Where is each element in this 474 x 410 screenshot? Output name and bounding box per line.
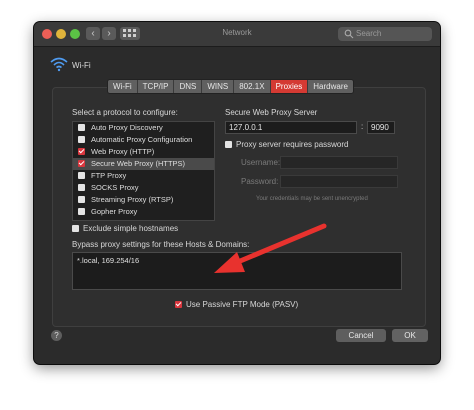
tab-dns[interactable]: DNS	[174, 80, 203, 93]
protocol-label: Secure Web Proxy (HTTPS)	[91, 159, 186, 168]
protocol-label: FTP Proxy	[91, 171, 127, 180]
ok-button[interactable]: OK	[392, 329, 428, 342]
host-port-separator: :	[361, 122, 364, 131]
protocol-item-web-proxy[interactable]: Web Proxy (HTTP)	[73, 146, 214, 158]
help-button[interactable]: ?	[51, 330, 62, 341]
tab-hardware[interactable]: Hardware	[308, 80, 353, 93]
protocol-checkbox[interactable]	[78, 184, 85, 191]
protocol-checkbox[interactable]	[78, 208, 85, 215]
username-field[interactable]	[280, 156, 398, 169]
tab-wins[interactable]: WINS	[202, 80, 235, 93]
proxy-server-heading: Secure Web Proxy Server	[225, 108, 318, 117]
tab-tcpip[interactable]: TCP/IP	[137, 80, 175, 93]
tab-proxies[interactable]: Proxies	[270, 80, 309, 93]
proxy-port-field[interactable]: 9090	[367, 121, 395, 134]
window-title: Network	[222, 28, 252, 37]
close-button[interactable]	[42, 29, 52, 39]
network-window: ‹ › Network Search Wi-Fi Wi-Fi TCP/IP DN	[34, 22, 440, 364]
chevron-right-icon: ›	[107, 28, 111, 39]
bypass-label: Bypass proxy settings for these Hosts & …	[72, 240, 250, 249]
protocol-item-ftp-proxy[interactable]: FTP Proxy	[73, 170, 214, 182]
cancel-button[interactable]: Cancel	[336, 329, 386, 342]
forward-button[interactable]: ›	[102, 27, 116, 40]
protocol-item-secure-web-proxy[interactable]: Secure Web Proxy (HTTPS)	[73, 158, 214, 170]
password-label: Password:	[241, 177, 279, 186]
protocol-item-gopher-proxy[interactable]: Gopher Proxy	[73, 206, 214, 218]
tab-8021x[interactable]: 802.1X	[234, 80, 271, 93]
protocol-checkbox[interactable]	[78, 124, 85, 131]
credentials-note: Your credentials may be sent unencrypted	[256, 196, 368, 202]
checkbox[interactable]	[175, 301, 182, 308]
tab-wifi[interactable]: Wi-Fi	[108, 80, 138, 93]
show-all-button[interactable]	[120, 27, 140, 40]
protocol-item-socks-proxy[interactable]: SOCKS Proxy	[73, 182, 214, 194]
username-label: Username:	[241, 158, 281, 167]
protocol-label: Auto Proxy Discovery	[91, 123, 163, 132]
protocol-label: Streaming Proxy (RTSP)	[91, 195, 174, 204]
protocol-checkbox[interactable]	[78, 160, 85, 167]
zoom-button[interactable]	[70, 29, 80, 39]
password-field[interactable]	[280, 175, 398, 188]
protocol-heading: Select a protocol to configure:	[72, 108, 178, 117]
search-input[interactable]: Search	[338, 27, 432, 41]
passive-ftp-label: Use Passive FTP Mode (PASV)	[186, 300, 299, 309]
search-placeholder: Search	[356, 29, 382, 38]
checkbox[interactable]	[72, 225, 79, 232]
proxy-host-field[interactable]: 127.0.0.1	[225, 121, 357, 134]
protocol-checkbox[interactable]	[78, 148, 85, 155]
titlebar: ‹ › Network Search	[34, 22, 440, 47]
wifi-icon	[50, 57, 68, 72]
protocol-item-auto-config[interactable]: Automatic Proxy Configuration	[73, 134, 214, 146]
checkbox[interactable]	[225, 141, 232, 148]
bypass-hosts-field[interactable]: *.local, 169.254/16	[72, 252, 402, 290]
grid-icon	[123, 29, 126, 32]
protocol-item-streaming-proxy[interactable]: Streaming Proxy (RTSP)	[73, 194, 214, 206]
protocol-label: Web Proxy (HTTP)	[91, 147, 155, 156]
protocol-label: Gopher Proxy	[91, 207, 138, 216]
protocol-label: Automatic Proxy Configuration	[91, 135, 193, 144]
back-button[interactable]: ‹	[86, 27, 100, 40]
protocol-checkbox[interactable]	[78, 196, 85, 203]
exclude-simple-hostnames-label: Exclude simple hostnames	[83, 224, 179, 233]
tab-bar: Wi-Fi TCP/IP DNS WINS 802.1X Proxies Har…	[107, 79, 354, 94]
interface-name: Wi-Fi	[72, 61, 91, 70]
search-icon	[344, 29, 354, 39]
protocol-list: Auto Proxy Discovery Automatic Proxy Con…	[72, 121, 215, 221]
protocol-checkbox[interactable]	[78, 172, 85, 179]
minimize-button[interactable]	[56, 29, 66, 39]
protocol-checkbox[interactable]	[78, 136, 85, 143]
protocol-item-auto-discovery[interactable]: Auto Proxy Discovery	[73, 122, 214, 134]
chevron-left-icon: ‹	[91, 28, 95, 39]
requires-password-label: Proxy server requires password	[236, 140, 349, 149]
protocol-label: SOCKS Proxy	[91, 183, 139, 192]
